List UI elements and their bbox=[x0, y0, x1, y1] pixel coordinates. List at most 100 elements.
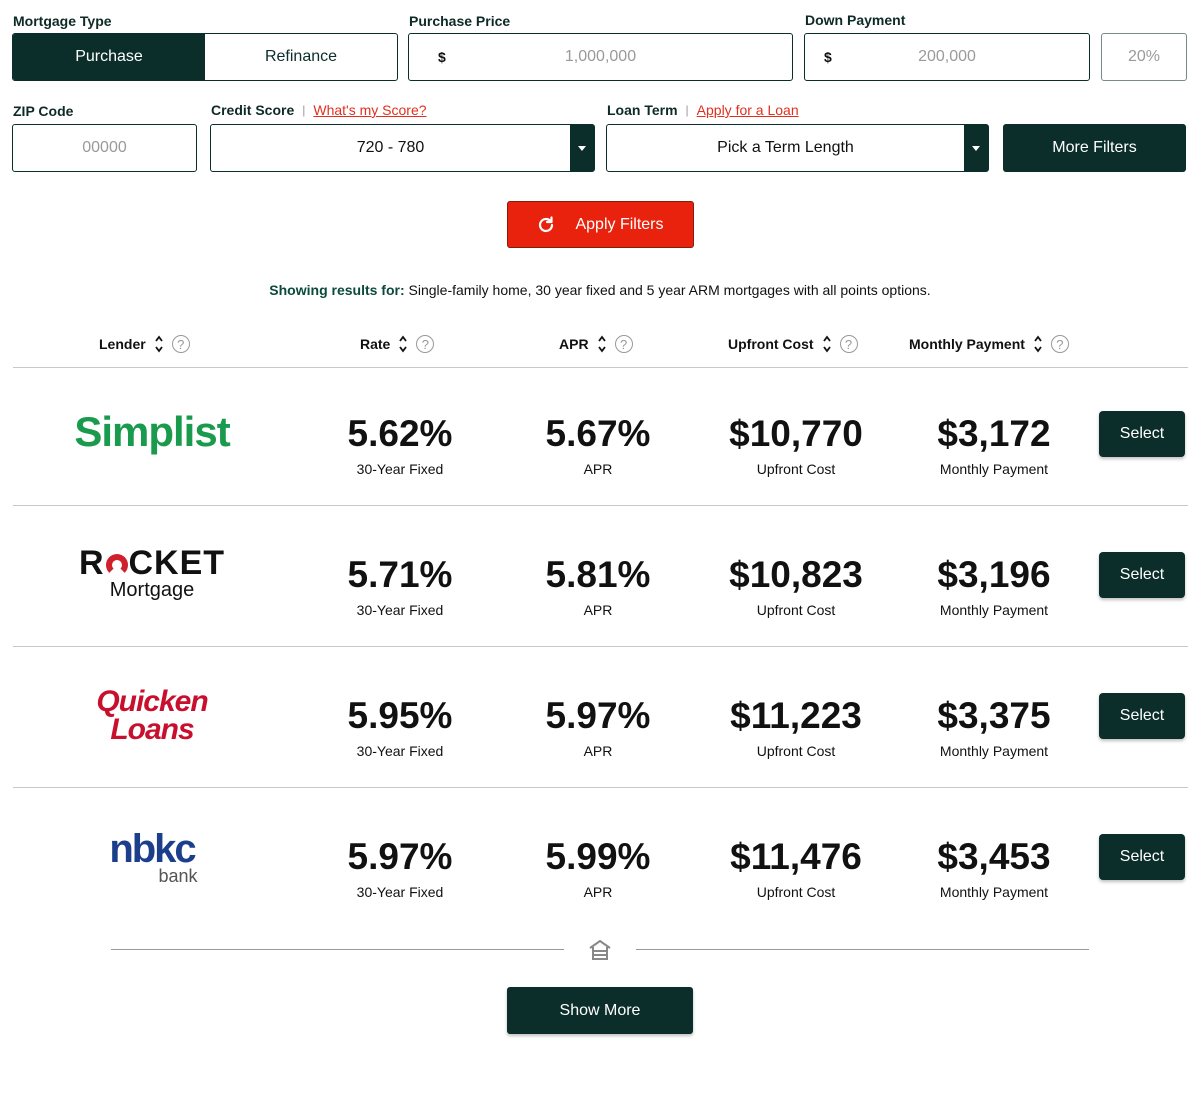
select-button[interactable]: Select bbox=[1099, 552, 1185, 598]
rate-cell: 5.95% 30-Year Fixed bbox=[300, 695, 500, 759]
monthly-payment-subtitle: Monthly Payment bbox=[939, 461, 1049, 477]
sort-icon[interactable] bbox=[154, 334, 164, 354]
rocket-logo-o bbox=[105, 554, 128, 576]
quicken-logo-line2: Loans bbox=[110, 713, 194, 746]
sort-icon[interactable] bbox=[597, 334, 607, 354]
purchase-option[interactable]: Purchase bbox=[13, 34, 205, 80]
loan-term-label-row: Loan Term | Apply for a Loan bbox=[607, 102, 799, 118]
monthly-payment-cell: $3,172 Monthly Payment bbox=[894, 413, 1094, 477]
upfront-cost-subtitle: Upfront Cost bbox=[756, 743, 836, 759]
loan-term-select[interactable]: Pick a Term Length bbox=[606, 124, 989, 172]
purchase-price-input[interactable]: $ 1,000,000 bbox=[408, 33, 793, 81]
help-icon[interactable]: ? bbox=[171, 335, 190, 353]
rate-value: 5.62% bbox=[347, 413, 453, 454]
apr-subtitle: APR bbox=[583, 743, 613, 759]
down-payment-label: Down Payment bbox=[805, 12, 906, 28]
monthly-payment-subtitle: Monthly Payment bbox=[939, 602, 1049, 618]
rate-cell: 5.62% 30-Year Fixed bbox=[300, 413, 500, 477]
refinance-option[interactable]: Refinance bbox=[205, 34, 397, 80]
credit-score-label: Credit Score bbox=[211, 102, 295, 118]
rate-subtitle: 30-Year Fixed bbox=[356, 884, 444, 900]
down-payment-percent-input[interactable]: 20% bbox=[1101, 33, 1187, 81]
results-summary-prefix: Showing results for: bbox=[269, 282, 405, 298]
down-payment-input[interactable]: $ 200,000 bbox=[804, 33, 1090, 81]
down-payment-placeholder: 200,000 bbox=[918, 48, 976, 65]
divider-right bbox=[636, 949, 1089, 950]
apr-cell: 5.67% APR bbox=[498, 413, 698, 477]
upfront-cost-value: $11,476 bbox=[730, 836, 862, 877]
show-more-button[interactable]: Show More bbox=[507, 987, 693, 1034]
house-icon bbox=[588, 938, 612, 967]
quicken-loans-logo: Quicken Loans bbox=[62, 685, 242, 746]
monthly-payment-cell: $3,196 Monthly Payment bbox=[894, 554, 1094, 618]
rate-subtitle: 30-Year Fixed bbox=[356, 461, 444, 477]
select-button[interactable]: Select bbox=[1099, 411, 1185, 457]
results-summary-text: Single-family home, 30 year fixed and 5 … bbox=[408, 282, 931, 298]
rate-cell: 5.71% 30-Year Fixed bbox=[300, 554, 500, 618]
dropdown-arrow-icon[interactable] bbox=[964, 125, 988, 171]
purchase-price-label: Purchase Price bbox=[409, 13, 511, 29]
upfront-cost-subtitle: Upfront Cost bbox=[756, 884, 836, 900]
quicken-logo-line1: Quicken bbox=[96, 685, 208, 718]
more-filters-button[interactable]: More Filters bbox=[1003, 124, 1186, 172]
select-button[interactable]: Select bbox=[1099, 834, 1185, 880]
sort-icon[interactable] bbox=[398, 334, 408, 354]
mortgage-type-toggle: Purchase Refinance bbox=[12, 33, 398, 81]
zip-code-input[interactable]: 00000 bbox=[12, 124, 197, 172]
help-icon[interactable]: ? bbox=[1050, 335, 1069, 353]
header-monthly-payment-label: Monthly Payment bbox=[909, 336, 1025, 352]
header-rate[interactable]: Rate ? bbox=[360, 334, 435, 354]
rocket-logo-rest: CKET bbox=[128, 544, 226, 582]
apr-cell: 5.99% APR bbox=[498, 836, 698, 900]
header-apr[interactable]: APR ? bbox=[559, 334, 633, 354]
apply-filters-label: Apply Filters bbox=[575, 215, 664, 233]
upfront-cost-subtitle: Upfront Cost bbox=[756, 602, 836, 618]
credit-score-select[interactable]: 720 - 780 bbox=[210, 124, 595, 172]
sort-icon[interactable] bbox=[1033, 334, 1043, 354]
dropdown-arrow-icon[interactable] bbox=[570, 125, 594, 171]
rate-subtitle: 30-Year Fixed bbox=[356, 743, 444, 759]
help-icon[interactable]: ? bbox=[416, 335, 435, 353]
apr-subtitle: APR bbox=[583, 884, 613, 900]
refresh-icon bbox=[537, 215, 555, 234]
divider bbox=[13, 646, 1188, 647]
help-icon[interactable]: ? bbox=[614, 335, 633, 353]
apr-cell: 5.81% APR bbox=[498, 554, 698, 618]
down-payment-percent-placeholder: 20% bbox=[1127, 48, 1161, 65]
loan-term-label: Loan Term bbox=[607, 102, 678, 118]
apply-filters-button[interactable]: Apply Filters bbox=[507, 201, 694, 248]
upfront-cost-cell: $11,223 Upfront Cost bbox=[696, 695, 896, 759]
header-apr-label: APR bbox=[559, 336, 589, 352]
divider bbox=[13, 505, 1188, 506]
monthly-payment-subtitle: Monthly Payment bbox=[939, 884, 1049, 900]
rate-subtitle: 30-Year Fixed bbox=[356, 602, 444, 618]
sort-icon[interactable] bbox=[822, 334, 832, 354]
header-rate-label: Rate bbox=[360, 336, 391, 352]
select-button[interactable]: Select bbox=[1099, 693, 1185, 739]
upfront-cost-subtitle: Upfront Cost bbox=[756, 461, 836, 477]
upfront-cost-cell: $10,770 Upfront Cost bbox=[696, 413, 896, 477]
header-monthly-payment[interactable]: Monthly Payment ? bbox=[909, 334, 1069, 354]
monthly-payment-value: $3,453 bbox=[937, 836, 1051, 877]
header-lender-label: Lender bbox=[99, 336, 146, 352]
help-icon[interactable]: ? bbox=[839, 335, 858, 353]
rate-value: 5.71% bbox=[347, 554, 453, 595]
purchase-price-placeholder: 1,000,000 bbox=[564, 48, 637, 65]
apr-value: 5.81% bbox=[545, 554, 651, 595]
rate-value: 5.95% bbox=[347, 695, 453, 736]
header-upfront-cost[interactable]: Upfront Cost ? bbox=[728, 334, 858, 354]
simplist-logo: Simplist bbox=[74, 408, 230, 455]
apr-subtitle: APR bbox=[583, 461, 613, 477]
credit-score-label-row: Credit Score | What's my Score? bbox=[211, 102, 427, 118]
upfront-cost-cell: $10,823 Upfront Cost bbox=[696, 554, 896, 618]
upfront-cost-value: $10,770 bbox=[729, 413, 863, 454]
whats-my-score-link[interactable]: What's my Score? bbox=[313, 102, 426, 118]
zip-code-label: ZIP Code bbox=[13, 103, 74, 119]
header-lender[interactable]: Lender ? bbox=[99, 334, 190, 354]
upfront-cost-cell: $11,476 Upfront Cost bbox=[696, 836, 896, 900]
apply-for-loan-link[interactable]: Apply for a Loan bbox=[697, 102, 799, 118]
credit-score-value: 720 - 780 bbox=[356, 139, 425, 156]
monthly-payment-subtitle: Monthly Payment bbox=[939, 743, 1049, 759]
apr-cell: 5.97% APR bbox=[498, 695, 698, 759]
apr-value: 5.99% bbox=[545, 836, 651, 877]
